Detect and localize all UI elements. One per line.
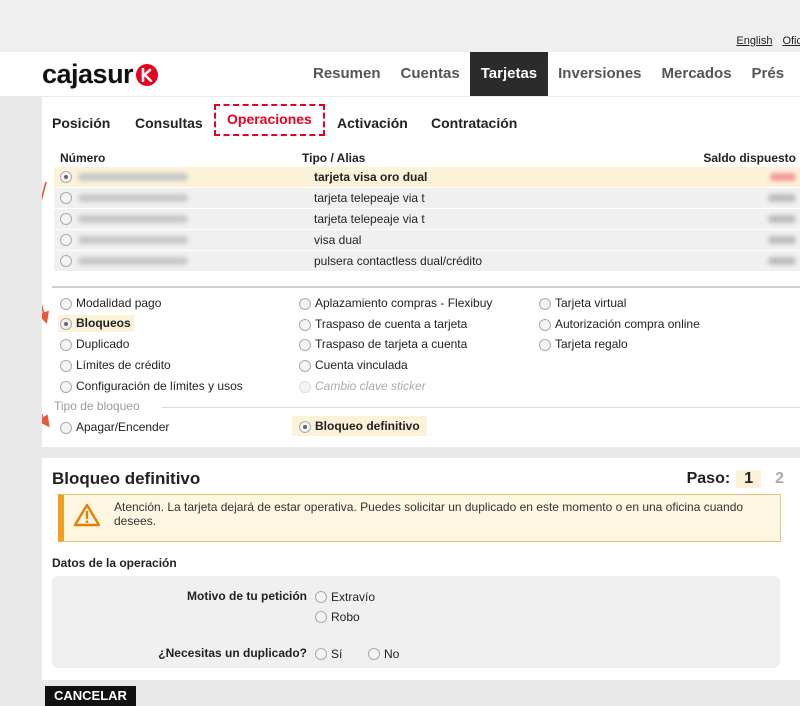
card-number-blurred [78,257,188,265]
operation-data-title: Datos de la operación [52,556,177,570]
card-number-blurred [78,173,188,181]
block-form-panel: Bloqueo definitivo Paso: 1 2 Atención. L… [42,458,800,680]
balance-blurred [770,173,796,181]
radio[interactable] [368,648,380,660]
legend-line [162,407,800,408]
radio[interactable] [539,298,551,310]
col-numero: Número [60,151,106,165]
opt-bloqueo-definitivo[interactable]: Bloqueo definitivo [292,416,427,436]
radio[interactable] [299,319,311,331]
warning-box: Atención. La tarjeta dejará de estar ope… [58,494,781,542]
warning-icon [73,503,101,532]
row-radio[interactable] [60,171,72,183]
brand-name: cajasur [42,59,134,89]
radio[interactable] [315,611,327,623]
radio[interactable] [60,360,72,372]
radio[interactable] [539,319,551,331]
top-bar: English Ofic [0,0,800,52]
radio[interactable] [60,422,72,434]
section-title: Bloqueo definitivo [52,469,201,488]
card-alias: tarjeta telepeaje via t [314,191,425,205]
row-radio[interactable] [60,234,72,246]
table-row[interactable]: tarjeta visa oro dual [54,167,800,187]
row-radio[interactable] [60,255,72,267]
duplicado-label: ¿Necesitas un duplicado? [158,646,307,660]
cards-table: Número Tipo / Alias Saldo dispuesto tarj… [54,149,800,271]
card-number-blurred [78,215,188,223]
nav-prestamos[interactable]: Prés [742,52,795,96]
table-row[interactable]: tarjeta telepeaje via t [54,209,800,229]
card-alias: tarjeta visa oro dual [314,170,428,184]
tab-consultas[interactable]: Consultas [135,115,203,131]
col-tipo-alias: Tipo / Alias [302,151,366,165]
table-row[interactable]: visa dual [54,230,800,250]
nav-resumen[interactable]: Resumen [303,52,391,96]
main-nav: Resumen Cuentas Tarjetas Inversiones Mer… [303,52,794,96]
balance-blurred [768,257,796,265]
step-next: 2 [775,470,784,487]
card-alias: tarjeta telepeaje via t [314,212,425,226]
radio[interactable] [315,648,327,660]
radio[interactable] [60,381,72,393]
divider [52,286,800,288]
tab-posicion[interactable]: Posición [52,115,110,131]
balance-blurred [768,215,796,223]
card-number-blurred [78,194,188,202]
card-number-blurred [78,236,188,244]
row-radio[interactable] [60,192,72,204]
cajasur-logo[interactable]: cajasur [42,59,159,90]
nav-cuentas[interactable]: Cuentas [391,52,470,96]
card-alias: pulsera contactless dual/crédito [314,254,483,268]
language-link[interactable]: English [736,35,772,47]
tab-activacion[interactable]: Activación [337,115,408,131]
radio[interactable] [315,591,327,603]
cancel-button[interactable]: CANCELAR [45,686,136,706]
brand-k-icon [136,63,159,86]
header: cajasur Resumen Cuentas Tarjetas Inversi… [0,52,800,96]
tab-operaciones[interactable]: Operaciones [214,104,325,136]
balance-blurred [768,194,796,202]
warning-text: Atención. La tarjeta dejará de estar ope… [114,500,744,528]
opt-bloqueos[interactable]: Bloqueos [58,315,134,332]
radio[interactable] [60,339,72,351]
paso-label: Paso: [686,470,731,487]
row-radio[interactable] [60,213,72,225]
radio[interactable] [299,421,311,433]
radio [299,381,311,393]
radio[interactable] [539,339,551,351]
radio[interactable] [299,298,311,310]
block-type-legend: Tipo de bloqueo [54,399,140,413]
radio[interactable] [60,298,72,310]
table-header: Número Tipo / Alias Saldo dispuesto [54,149,800,166]
radio[interactable] [299,360,311,372]
nav-inversiones[interactable]: Inversiones [548,52,651,96]
radio[interactable] [60,318,72,330]
table-row[interactable]: pulsera contactless dual/crédito [54,251,800,271]
operation-form: Motivo de tu petición Extravío Robo ¿Nec… [52,576,780,668]
oficinas-link[interactable]: Ofic [782,35,800,47]
balance-blurred [768,236,796,244]
cards-panel: Posición Consultas Operaciones Activació… [42,97,800,447]
step-indicator: Paso: 1 2 [687,470,784,488]
card-alias: visa dual [314,233,362,247]
motivo-label: Motivo de tu petición [187,589,307,603]
nav-mercados[interactable]: Mercados [652,52,742,96]
step-current: 1 [736,470,762,488]
nav-tarjetas[interactable]: Tarjetas [469,52,549,96]
table-row[interactable]: tarjeta telepeaje via t [54,188,800,208]
top-links: English Ofic [736,35,800,47]
tab-contratacion[interactable]: Contratación [431,115,517,131]
radio[interactable] [299,339,311,351]
col-saldo: Saldo dispuesto [703,151,796,165]
